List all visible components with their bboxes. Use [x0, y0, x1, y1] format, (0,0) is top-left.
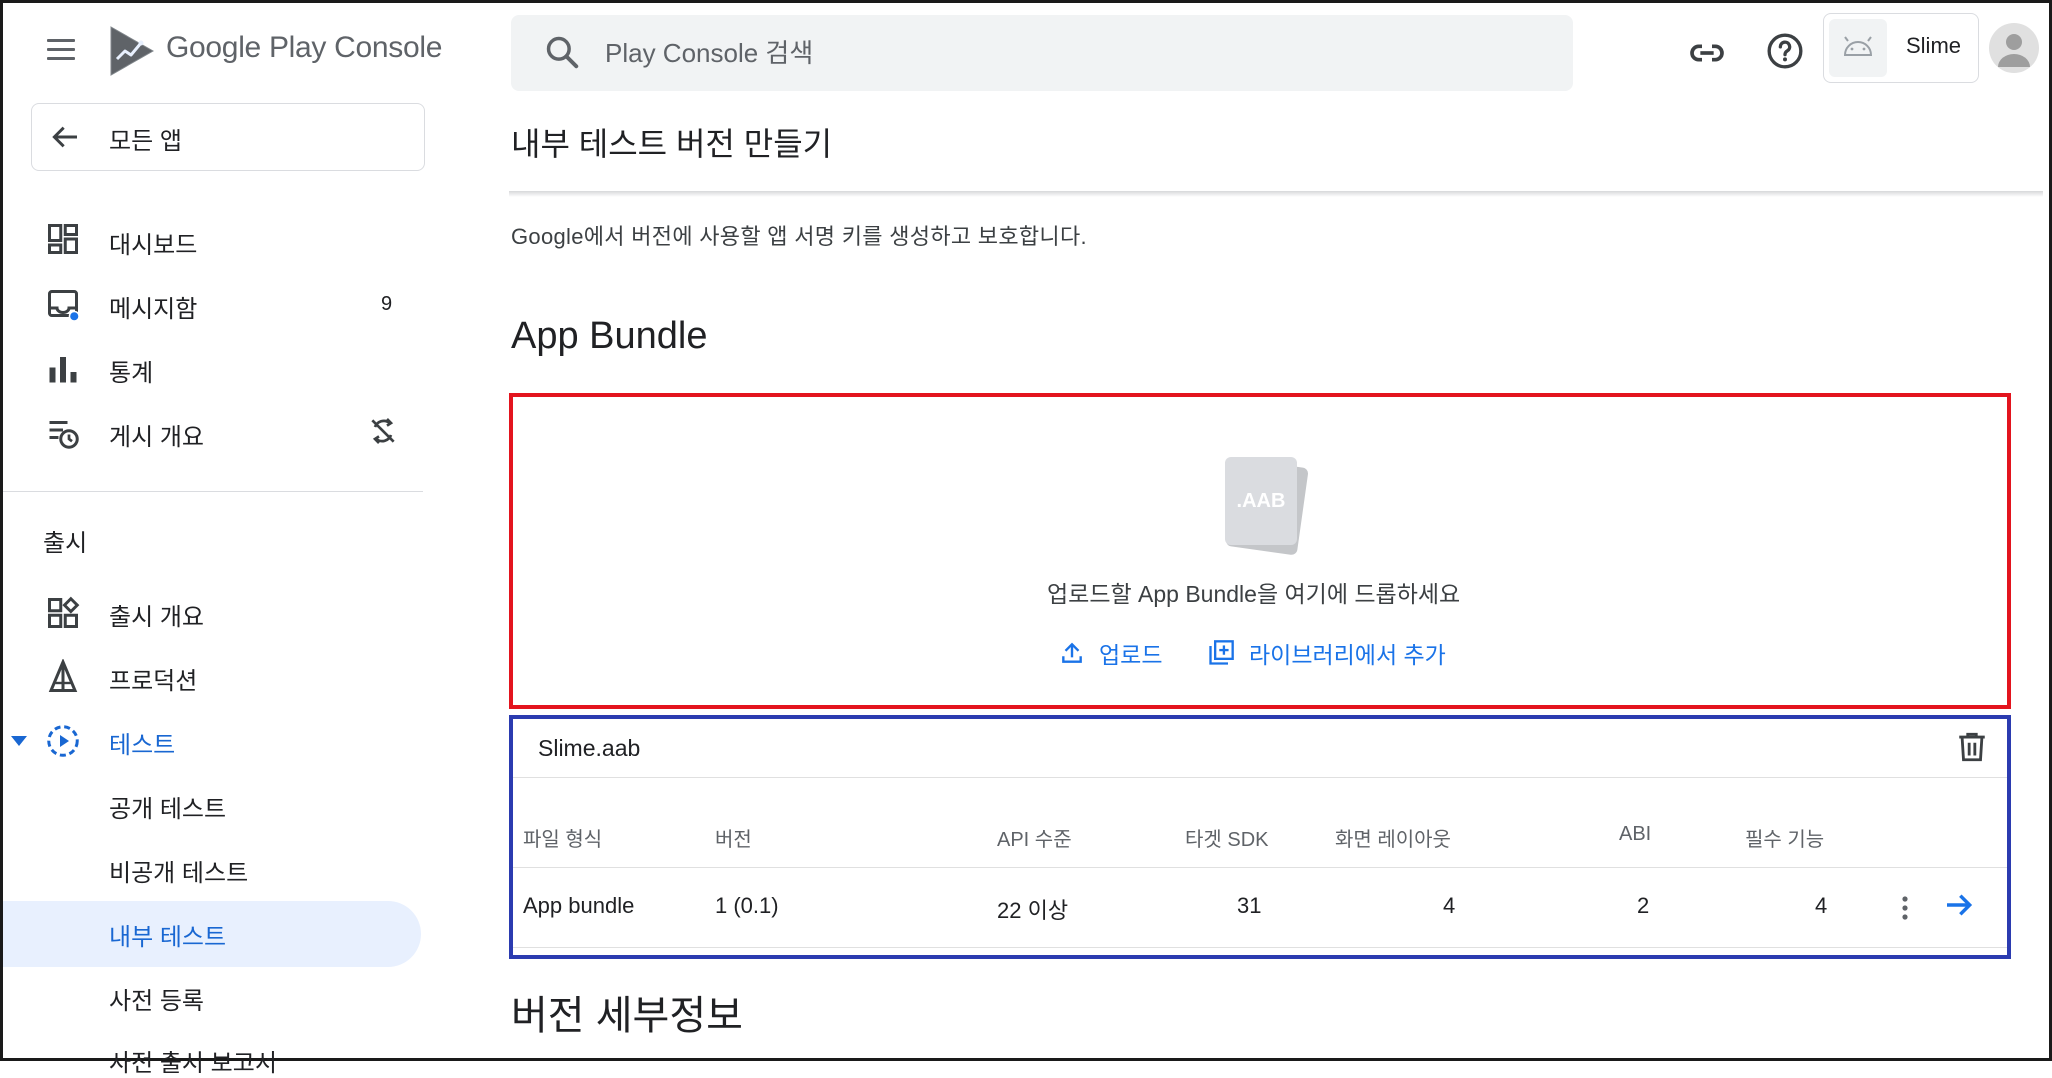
cell-api-level: 22 이상: [997, 898, 1069, 923]
sidebar-item-closed-testing[interactable]: 비공개 테스트: [109, 853, 248, 888]
title-divider: [509, 191, 2043, 197]
dashboard-icon: [48, 224, 78, 254]
add-from-library-label: 라이브러리에서 추가: [1249, 642, 1446, 668]
sidebar-item-testing[interactable]: 테스트: [109, 725, 175, 760]
cell-abi: 2: [1637, 893, 1650, 918]
sidebar-item-inbox[interactable]: 메시지함: [109, 289, 197, 324]
help-icon[interactable]: [1765, 31, 1805, 71]
bundle-file-name: Slime.aab: [538, 735, 641, 761]
cell-screen-layout: 4: [1443, 893, 1456, 918]
cell-target-sdk: 31: [1237, 893, 1262, 918]
app-bundle-heading: App Bundle: [511, 315, 708, 357]
arrow-forward-icon[interactable]: [1943, 889, 1975, 921]
publishing-overview-icon: [49, 421, 79, 449]
upload-label: 업로드: [1099, 642, 1163, 668]
cell-required-features: 4: [1815, 893, 1828, 918]
signing-note: Google에서 버전에 사용할 앱 서명 키를 생성하고 보호합니다.: [511, 224, 1087, 249]
release-details-heading: 버전 세부정보: [511, 994, 743, 1038]
arrow-back-icon: [52, 126, 77, 148]
search-input[interactable]: [603, 29, 1503, 77]
all-apps-label: 모든 앱: [109, 128, 182, 155]
cell-version: 1 (0.1): [715, 893, 779, 918]
account-avatar[interactable]: [1989, 23, 2039, 73]
release-overview-icon: [48, 596, 80, 628]
sidebar-item-production[interactable]: 프로덕션: [109, 661, 197, 696]
sidebar-item-release-overview[interactable]: 출시 개요: [109, 597, 204, 632]
upload-icon: [1062, 642, 1082, 663]
sidebar-item-internal-testing[interactable]: 내부 테스트: [109, 917, 226, 952]
card-divider: [513, 777, 2007, 778]
column-header-abi: ABI: [1619, 823, 1652, 845]
sidebar-item-pre-registration[interactable]: 사전 등록: [109, 981, 204, 1016]
library-add-icon: [1209, 640, 1234, 665]
production-icon: [48, 659, 78, 692]
aab-badge-text: .AAB: [1237, 490, 1286, 512]
bar-chart-icon: [49, 357, 77, 383]
play-console-logo: [110, 26, 155, 76]
add-from-library-button[interactable]: 라이브러리에서 추가: [1207, 633, 1446, 673]
android-icon: [1843, 36, 1873, 56]
table-row-divider: [513, 947, 2007, 948]
link-icon[interactable]: [1687, 33, 1727, 73]
table-header-divider: [513, 867, 2007, 868]
sidebar-item-open-testing[interactable]: 공개 테스트: [109, 789, 226, 824]
page-title: 내부 테스트 버전 만들기: [511, 126, 833, 162]
person-icon: [1998, 34, 2030, 67]
sync-disabled-icon: [371, 418, 395, 444]
search-icon[interactable]: [543, 33, 581, 71]
expand-caret-icon[interactable]: [11, 736, 27, 746]
sidebar-item-dashboard[interactable]: 대시보드: [109, 225, 197, 260]
delete-icon[interactable]: [1955, 729, 1989, 765]
all-apps-button[interactable]: [31, 103, 425, 171]
column-header-api-level: API 수준: [997, 829, 1072, 851]
more-vert-icon[interactable]: [1895, 893, 1915, 923]
column-header-screen-layout: 화면 레이아웃: [1335, 829, 1451, 851]
column-header-file-format: 파일 형식: [523, 829, 603, 851]
sidebar-divider: [3, 491, 423, 492]
brand-name: Google Play Console: [166, 31, 443, 64]
cell-file-format: App bundle: [523, 893, 635, 918]
upload-button[interactable]: 업로드: [1059, 633, 1162, 673]
app-thumbnail: [1829, 19, 1887, 77]
menu-icon[interactable]: [43, 33, 79, 67]
testing-icon: [47, 725, 79, 757]
app-name: Slime: [1906, 33, 1962, 58]
inbox-count-badge: 9: [381, 293, 393, 315]
column-header-required-features: 필수 기능: [1745, 829, 1825, 851]
dropzone-prompt: 업로드할 App Bundle을 여기에 드롭하세요: [1047, 581, 1461, 607]
column-header-version: 버전: [715, 829, 752, 851]
sidebar-section-release: 출시: [43, 530, 88, 557]
inbox-icon: [48, 290, 80, 322]
column-header-target-sdk: 타겟 SDK: [1185, 829, 1269, 851]
sidebar-item-publishing-overview[interactable]: 게시 개요: [109, 417, 204, 452]
sidebar-item-statistics[interactable]: 통계: [109, 353, 153, 388]
aab-file-icon: .AAB: [1225, 457, 1308, 555]
